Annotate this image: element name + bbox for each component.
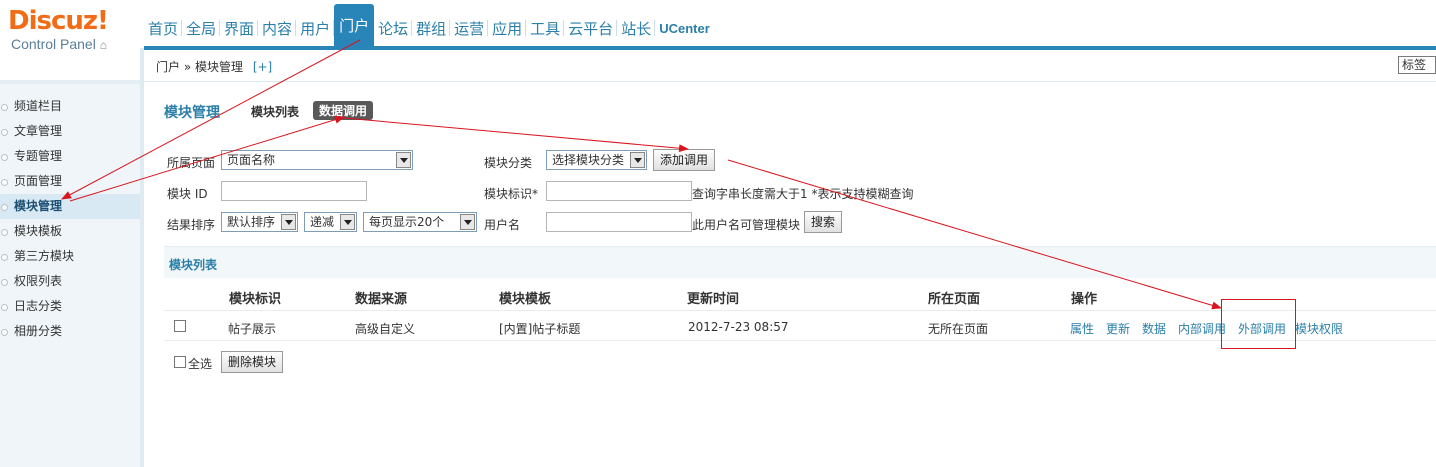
col-header-page: 所在页面 — [928, 292, 981, 307]
sidebar-item-pages[interactable]: 页面管理 — [0, 169, 140, 194]
sidebar-item-permissions[interactable]: 权限列表 — [0, 269, 140, 294]
header: Discuz! Control Panel ⌂ 首页 全局 界面 内容 用户 门… — [0, 0, 1436, 52]
nav-global[interactable]: 全局 — [182, 10, 221, 46]
nav-plugin[interactable]: 应用 — [488, 10, 527, 46]
top-navigation: 首页 全局 界面 内容 用户 门户 论坛 群组 运营 应用 工具 云平台 站长 … — [144, 4, 714, 46]
sidebar-item-third-party[interactable]: 第三方模块 — [0, 244, 140, 269]
op-permissions-link[interactable]: 模块权限 — [1295, 320, 1343, 337]
tab-block-list[interactable]: 模块列表 — [251, 103, 299, 120]
block-ident-label: 模块标识* — [484, 187, 539, 201]
breadcrumb-path: 门户 » 模块管理 — [156, 60, 243, 74]
select-all-label: 全选 — [188, 357, 213, 371]
block-id-input[interactable] — [221, 181, 367, 201]
nav-forum[interactable]: 论坛 — [374, 10, 413, 46]
row-checkbox[interactable] — [174, 320, 186, 332]
sidebar: 频道栏目 文章管理 专题管理 页面管理 模块管理 模块模板 第三方模块 权限列表… — [0, 84, 140, 467]
chevron-down-icon — [460, 214, 475, 230]
sidebar-item-block-templates[interactable]: 模块模板 — [0, 219, 140, 244]
nav-founder[interactable]: 站长 — [617, 10, 656, 46]
delete-blocks-button[interactable]: 删除模块 — [221, 351, 284, 373]
order-select[interactable]: 递减 — [304, 212, 357, 232]
page-filter-label: 所属页面 — [167, 156, 216, 170]
cell-source: 高级自定义 — [355, 322, 416, 336]
logo-brand: Discuz! — [8, 6, 109, 36]
sidebar-item-channel[interactable]: 频道栏目 — [0, 94, 140, 119]
col-header-ident: 模块标识 — [229, 292, 282, 307]
cell-page: 无所在页面 — [928, 322, 989, 336]
sidebar-item-album-category[interactable]: 相册分类 — [0, 319, 140, 344]
sidebar-item-topics[interactable]: 专题管理 — [0, 144, 140, 169]
chevron-down-icon — [340, 214, 355, 230]
nav-content[interactable]: 内容 — [258, 10, 297, 46]
col-header-updated: 更新时间 — [687, 292, 740, 307]
chevron-down-icon — [396, 152, 411, 168]
block-ident-input[interactable] — [546, 181, 692, 201]
op-update-link[interactable]: 更新 — [1106, 320, 1130, 337]
sort-select[interactable]: 默认排序 — [221, 212, 298, 232]
cell-ident: 帖子展示 — [228, 322, 277, 336]
category-filter-label: 模块分类 — [484, 156, 533, 170]
nav-portal[interactable]: 门户 — [334, 4, 375, 46]
page-title: 模块管理 — [164, 105, 220, 121]
sidebar-item-blog-category[interactable]: 日志分类 — [0, 294, 140, 319]
block-id-label: 模块 ID — [167, 187, 208, 201]
category-filter-select[interactable]: 选择模块分类 — [546, 150, 647, 170]
op-properties-link[interactable]: 属性 — [1070, 320, 1094, 337]
search-button[interactable]: 搜索 — [804, 211, 843, 233]
per-page-select[interactable]: 每页显示20个 — [363, 212, 477, 232]
nav-tools[interactable]: 工具 — [526, 10, 565, 46]
select-all-checkbox[interactable] — [174, 356, 186, 368]
nav-ucenter[interactable]: UCenter — [655, 10, 714, 46]
op-internal-call-link[interactable]: 内部调用 — [1178, 320, 1226, 337]
logo[interactable]: Discuz! Control Panel ⌂ — [8, 6, 138, 66]
nav-home[interactable]: 首页 — [144, 10, 183, 46]
breadcrumb: 门户 » 模块管理 [+] — [156, 58, 272, 75]
cell-updated: 2012-7-23 08:57 — [688, 320, 789, 334]
add-shortcut-link[interactable]: [+] — [253, 60, 272, 74]
home-icon[interactable]: ⌂ — [100, 38, 107, 52]
cell-template: [内置]帖子标题 — [499, 322, 581, 336]
col-header-template: 模块模板 — [499, 292, 552, 307]
username-label: 用户名 — [484, 218, 521, 232]
add-call-button[interactable]: 添加调用 — [653, 149, 716, 171]
col-header-actions: 操作 — [1071, 292, 1098, 307]
ident-hint: 查询字串长度需大于1 *表示支持模糊查询 — [692, 187, 914, 201]
tab-data-call[interactable]: 数据调用 — [313, 101, 374, 120]
nav-operation[interactable]: 运营 — [450, 10, 489, 46]
breadcrumb-bar: 门户 » 模块管理 [+] — [144, 50, 1436, 82]
nav-user[interactable]: 用户 — [296, 10, 335, 46]
main-content: 模块管理 模块列表 数据调用 所属页面 页面名称 模块分类 选择模块分类 添加调… — [144, 84, 1436, 467]
username-hint: 此用户名可管理模块 — [692, 218, 801, 232]
chevron-down-icon — [630, 152, 645, 168]
op-data-link[interactable]: 数据 — [1142, 320, 1166, 337]
username-input[interactable] — [546, 212, 692, 232]
quick-jump-select[interactable]: 标签 — [1398, 56, 1436, 74]
nav-style[interactable]: 界面 — [220, 10, 259, 46]
sort-label: 结果排序 — [167, 218, 216, 232]
chevron-down-icon — [281, 214, 296, 230]
sidebar-item-blocks[interactable]: 模块管理 — [0, 194, 140, 219]
annotation-highlight-box — [1221, 299, 1296, 349]
sidebar-item-articles[interactable]: 文章管理 — [0, 119, 140, 144]
nav-cloud[interactable]: 云平台 — [564, 10, 618, 46]
col-header-source: 数据来源 — [355, 292, 408, 307]
nav-group[interactable]: 群组 — [412, 10, 451, 46]
page-filter-select[interactable]: 页面名称 — [221, 150, 413, 170]
list-title: 模块列表 — [169, 258, 218, 272]
logo-subtitle: Control Panel — [11, 36, 96, 52]
list-section-header: 模块列表 — [164, 246, 1436, 278]
